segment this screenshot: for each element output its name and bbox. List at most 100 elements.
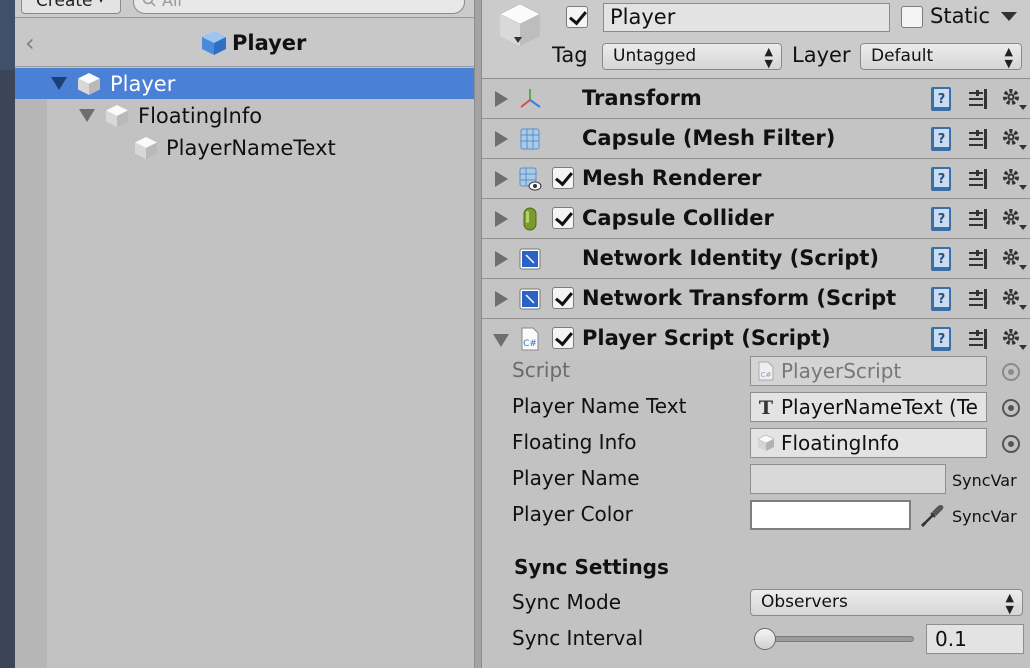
expand-arrow-icon[interactable] <box>495 211 508 227</box>
eyedropper-icon[interactable] <box>919 503 945 529</box>
sync-interval-input[interactable]: 0.1 <box>926 624 1024 654</box>
help-book-icon[interactable]: ? <box>929 246 953 272</box>
sync-mode-dropdown[interactable]: Observers ▲ ▼ <box>750 589 1023 616</box>
gameobject-cube-icon <box>757 434 775 451</box>
preset-sliders-icon[interactable] <box>968 248 990 270</box>
help-book-icon[interactable]: ? <box>929 86 953 112</box>
floating-info-field[interactable]: FloatingInfo <box>750 428 987 458</box>
inspector-panel: Player Static Tag Untagged ▲ ▼ Layer Defau… <box>482 0 1030 668</box>
layer-label: Layer <box>792 43 851 67</box>
svg-text:C#: C# <box>523 339 537 349</box>
component-enabled-checkbox[interactable] <box>552 327 574 349</box>
tree-item-playernametext[interactable]: PlayerNameText <box>15 132 474 163</box>
hierarchy-title: Player <box>232 31 307 55</box>
component-label: Network Identity (Script) <box>582 246 880 270</box>
layer-dropdown[interactable]: Default ▲ ▼ <box>860 43 1022 70</box>
component-mesh-filter[interactable]: Capsule (Mesh Filter) ? <box>482 119 1030 159</box>
player-name-input[interactable] <box>750 464 946 494</box>
expand-arrow-icon[interactable] <box>79 109 95 122</box>
gear-icon[interactable] <box>1000 245 1028 273</box>
expand-arrow-icon[interactable] <box>495 291 508 307</box>
expand-arrow-icon[interactable] <box>495 171 508 187</box>
expand-arrow-icon[interactable] <box>495 91 508 107</box>
expand-arrow-icon[interactable] <box>495 131 508 147</box>
component-enabled-checkbox[interactable] <box>552 207 574 229</box>
updown-arrows-icon: ▲ ▼ <box>764 45 773 70</box>
svg-text:T: T <box>759 397 773 417</box>
capsule-collider-icon <box>523 207 537 231</box>
search-placeholder: All <box>162 0 182 10</box>
object-picker-icon[interactable] <box>1002 435 1020 453</box>
object-name-field[interactable]: Player <box>603 3 890 32</box>
tag-label: Tag <box>552 43 588 67</box>
scene-view-edge-top <box>0 0 15 70</box>
transform-icon <box>520 89 541 108</box>
preset-sliders-icon[interactable] <box>968 328 990 350</box>
mesh-renderer-icon <box>519 167 542 191</box>
expand-arrow-icon[interactable] <box>495 251 508 267</box>
search-icon <box>142 0 156 7</box>
player-color-label: Player Color <box>512 502 633 526</box>
help-book-icon[interactable]: ? <box>929 166 953 192</box>
updown-arrows-icon: ▲ ▼ <box>1004 45 1013 70</box>
preset-sliders-icon[interactable] <box>968 128 990 150</box>
preset-sliders-icon[interactable] <box>968 168 990 190</box>
player-name-text-field[interactable]: T PlayerNameText (Te <box>750 392 987 422</box>
expand-arrow-icon[interactable] <box>51 77 67 90</box>
player-name-text-label: Player Name Text <box>512 394 687 418</box>
help-book-icon[interactable]: ? <box>929 206 953 232</box>
component-network-identity[interactable]: Network Identity (Script) ? <box>482 239 1030 279</box>
back-arrow-icon[interactable]: ‹ <box>25 29 35 57</box>
tree-item-floatinginfo[interactable]: FloatingInfo <box>15 100 474 131</box>
floating-info-value: FloatingInfo <box>781 431 900 455</box>
gear-icon[interactable] <box>1000 205 1028 233</box>
sync-interval-slider-thumb[interactable] <box>754 628 776 650</box>
gear-icon[interactable] <box>1000 125 1028 153</box>
collapse-arrow-icon[interactable] <box>493 334 509 347</box>
hierarchy-search-input[interactable]: All <box>133 0 465 14</box>
tree-item-player[interactable]: Player <box>15 68 474 99</box>
gameobject-cube-icon <box>135 136 157 159</box>
tree-item-label: Player <box>110 71 176 96</box>
help-book-icon[interactable]: ? <box>929 326 953 352</box>
component-transform[interactable]: Transform ? <box>482 79 1030 119</box>
hierarchy-header: ‹ Player <box>15 19 474 67</box>
sync-interval-slider[interactable] <box>754 636 914 642</box>
gear-icon[interactable] <box>1000 85 1028 113</box>
gameobject-cube-icon <box>78 72 100 95</box>
component-enabled-checkbox[interactable] <box>552 287 574 309</box>
create-label: Create <box>36 0 93 11</box>
prefab-title: Player <box>200 29 306 57</box>
player-color-swatch[interactable] <box>750 500 911 530</box>
help-book-icon[interactable]: ? <box>929 126 953 152</box>
svg-text:C#: C# <box>761 371 772 379</box>
gear-icon[interactable] <box>1000 325 1028 353</box>
active-checkbox[interactable] <box>566 6 588 28</box>
create-caret-icon: ▾ <box>98 0 104 6</box>
gameobject-cube-icon <box>106 104 128 127</box>
tag-dropdown[interactable]: Untagged ▲ ▼ <box>602 43 782 70</box>
player-name-text-value: PlayerNameText (Te <box>781 395 978 419</box>
svg-text:?: ? <box>938 212 946 227</box>
preset-sliders-icon[interactable] <box>968 208 990 230</box>
component-network-transform[interactable]: Network Transform (Script ? <box>482 279 1030 319</box>
preset-sliders-icon[interactable] <box>968 88 990 110</box>
object-picker-icon[interactable] <box>1002 399 1020 417</box>
panel-splitter[interactable] <box>474 0 482 668</box>
component-label: Player Script (Script) <box>582 326 831 350</box>
gear-icon[interactable] <box>1000 165 1028 193</box>
gear-icon[interactable] <box>1000 285 1028 313</box>
static-dropdown-icon[interactable] <box>1001 12 1017 21</box>
text-component-icon: T <box>759 397 773 417</box>
create-button[interactable]: Create ▾ <box>21 0 121 14</box>
syncvar-tag: SyncVar <box>952 471 1017 490</box>
component-label: Mesh Renderer <box>582 166 762 190</box>
component-player-script[interactable]: C# Player Script (Script) ? <box>482 319 1030 359</box>
sync-mode-label: Sync Mode <box>512 590 622 614</box>
preset-sliders-icon[interactable] <box>968 288 990 310</box>
static-checkbox[interactable] <box>901 6 923 28</box>
component-mesh-renderer[interactable]: Mesh Renderer ? <box>482 159 1030 199</box>
help-book-icon[interactable]: ? <box>929 286 953 312</box>
component-enabled-checkbox[interactable] <box>552 167 574 189</box>
component-capsule-collider[interactable]: Capsule Collider ? <box>482 199 1030 239</box>
